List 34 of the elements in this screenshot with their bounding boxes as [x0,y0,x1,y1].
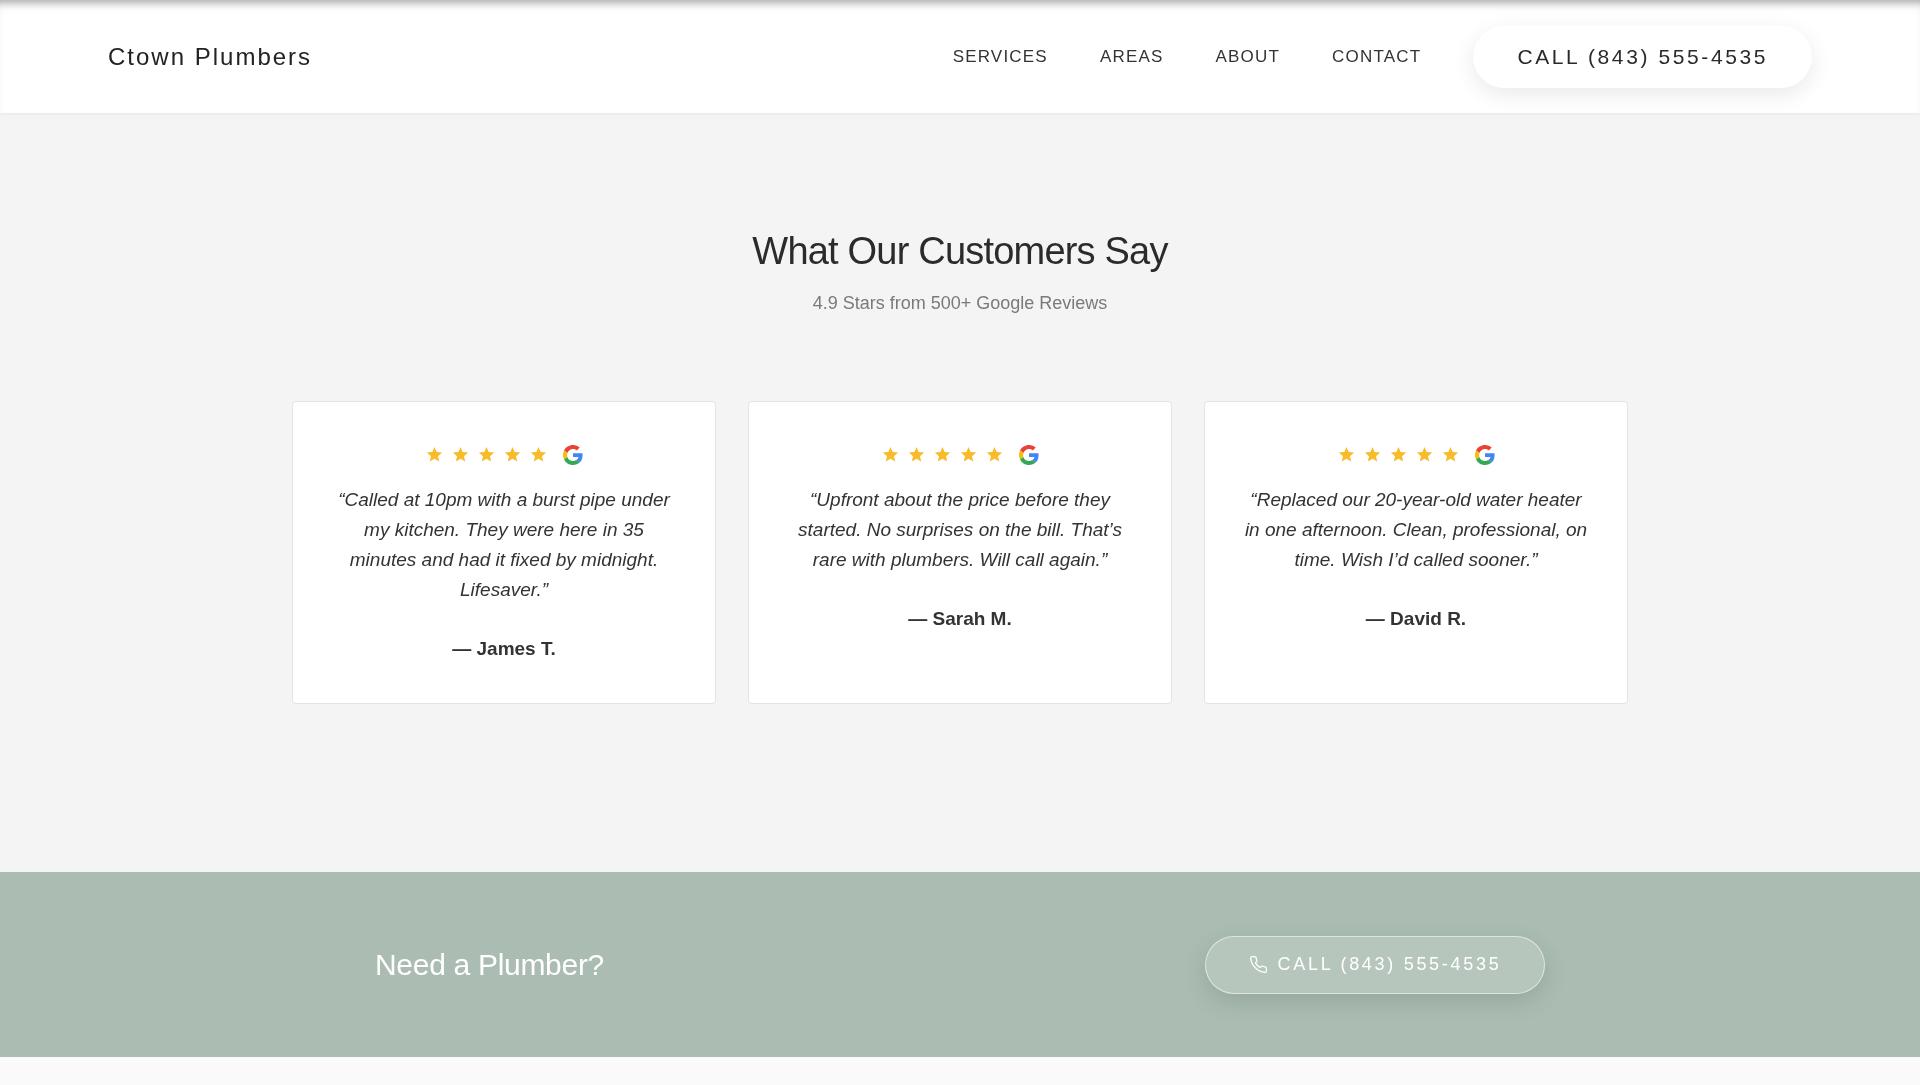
star-icon [881,447,899,463]
g-logo-icon [562,445,583,465]
review-author: — Sarah M. [908,607,1012,631]
star-icon [1441,447,1459,463]
nav-link[interactable]: AREAS [1099,46,1164,67]
nav-link[interactable]: CONTACT [1332,46,1422,67]
g-logo-icon [1018,445,1039,465]
star-icon [1389,447,1407,463]
star-icon [1415,447,1433,463]
section-subtitle: 4.9 Stars from 500+ Google Reviews [812,292,1108,314]
g-logo-icon [1474,445,1495,465]
nav-link[interactable]: ABOUT [1215,46,1281,67]
star-icon [503,447,521,463]
star-icon [425,447,443,463]
star-icon [477,447,495,463]
star-icon [1337,447,1355,463]
star-icon [529,447,547,463]
star-icon [1363,447,1381,463]
cta-heading: Need a Plumber? [375,947,604,982]
review-quote: “Upfront about the price before they started. No surprises on the bill. That’s rare with plumbers. Will call again.” [797,488,1123,572]
phone-icon [1248,955,1268,974]
review-author: — James T. [452,637,556,661]
star-icon [933,447,951,463]
review-quote: “Called at 10pm with a burst pipe under my kitchen. They were here in 35 minutes and had it fixed by midnight. Lifesaver.” [337,488,672,602]
review-quote: “Replaced our 20-year-old water heater in one afternoon. Clean, professional, on time. Wish I’d called sooner.” [1244,488,1588,572]
section-title: What Our Customers Say [752,229,1168,274]
nav-link[interactable]: SERVICES [952,46,1048,67]
star-icon [985,447,1003,463]
review-author: — David R. [1365,607,1467,631]
star-icon [907,447,925,463]
call-button[interactable]: CALL (843) 555-4535 [1473,25,1812,88]
star-icon [959,447,977,463]
site-logo[interactable]: Ctown Plumbers [108,42,313,71]
star-icon [451,447,469,463]
